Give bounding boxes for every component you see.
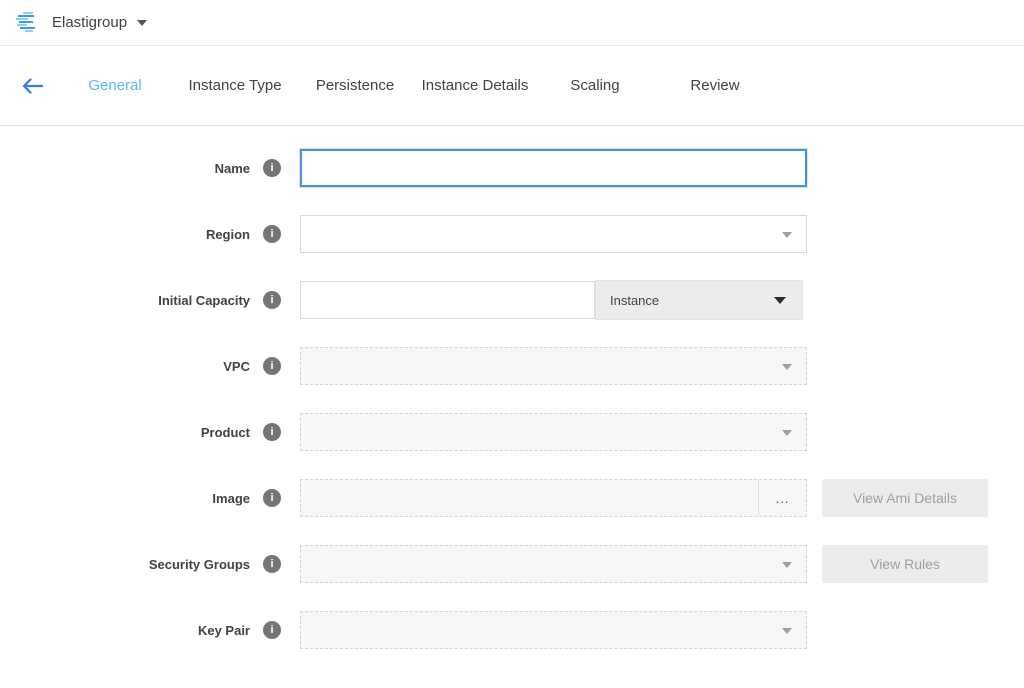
info-icon[interactable]: i [263, 489, 281, 507]
vpc-label: VPC [223, 359, 250, 374]
back-arrow-icon [21, 77, 43, 95]
view-ami-details-button[interactable]: View Ami Details [822, 479, 988, 517]
form-row-product: Product i [0, 413, 1024, 451]
info-icon[interactable]: i [263, 621, 281, 639]
form-row-name: Name i [0, 149, 1024, 187]
tab-review[interactable]: Review [655, 69, 775, 102]
chevron-down-icon [782, 430, 792, 436]
product-select[interactable] [300, 413, 807, 451]
chevron-down-icon [782, 562, 792, 568]
general-form: Name i Region i Initial Capacit [0, 126, 1024, 649]
back-button[interactable] [12, 66, 52, 106]
info-icon[interactable]: i [263, 357, 281, 375]
tab-persistence[interactable]: Persistence [295, 69, 415, 102]
name-input[interactable] [300, 149, 807, 187]
elastigroup-logo-icon [16, 12, 40, 34]
topbar: Elastigroup [0, 0, 1024, 46]
chevron-down-icon [774, 297, 786, 304]
name-label: Name [215, 161, 250, 176]
key-pair-label: Key Pair [198, 623, 250, 638]
view-rules-button[interactable]: View Rules [822, 545, 988, 583]
tab-instance-details[interactable]: Instance Details [415, 69, 535, 102]
info-icon[interactable]: i [263, 225, 281, 243]
image-picker: ... [300, 479, 807, 517]
initial-capacity-input[interactable] [300, 281, 595, 319]
capacity-unit-select[interactable]: Instance [595, 280, 803, 320]
info-icon[interactable]: i [263, 291, 281, 309]
tab-instance-type[interactable]: Instance Type [175, 69, 295, 102]
wizard-tabs: General Instance Type Persistence Instan… [55, 69, 775, 102]
form-row-image: Image i ... View Ami Details [0, 479, 1024, 517]
chevron-down-icon [137, 20, 147, 26]
key-pair-select[interactable] [300, 611, 807, 649]
app-title: Elastigroup [52, 14, 127, 31]
capacity-unit-value: Instance [610, 293, 659, 308]
region-select[interactable] [300, 215, 807, 253]
chevron-down-icon [782, 364, 792, 370]
tab-scaling[interactable]: Scaling [535, 69, 655, 102]
security-groups-label: Security Groups [149, 557, 250, 572]
chevron-down-icon [782, 232, 792, 238]
image-browse-button[interactable]: ... [758, 480, 806, 516]
info-icon[interactable]: i [263, 423, 281, 441]
form-row-security-groups: Security Groups i View Rules [0, 545, 1024, 583]
wizard-tabbar: General Instance Type Persistence Instan… [0, 46, 1024, 126]
tab-general[interactable]: General [55, 69, 175, 102]
initial-capacity-label: Initial Capacity [158, 293, 250, 308]
form-row-vpc: VPC i [0, 347, 1024, 385]
security-groups-select[interactable] [300, 545, 807, 583]
form-row-region: Region i [0, 215, 1024, 253]
image-label: Image [212, 491, 250, 506]
region-label: Region [206, 227, 250, 242]
form-row-key-pair: Key Pair i [0, 611, 1024, 649]
chevron-down-icon [782, 628, 792, 634]
elastigroup-wizard-page: Elastigroup General Instance Type Persis… [0, 0, 1024, 688]
product-switcher[interactable]: Elastigroup [16, 12, 147, 34]
info-icon[interactable]: i [263, 555, 281, 573]
vpc-select[interactable] [300, 347, 807, 385]
form-row-initial-capacity: Initial Capacity i Instance [0, 281, 1024, 319]
info-icon[interactable]: i [263, 159, 281, 177]
product-label: Product [201, 425, 250, 440]
